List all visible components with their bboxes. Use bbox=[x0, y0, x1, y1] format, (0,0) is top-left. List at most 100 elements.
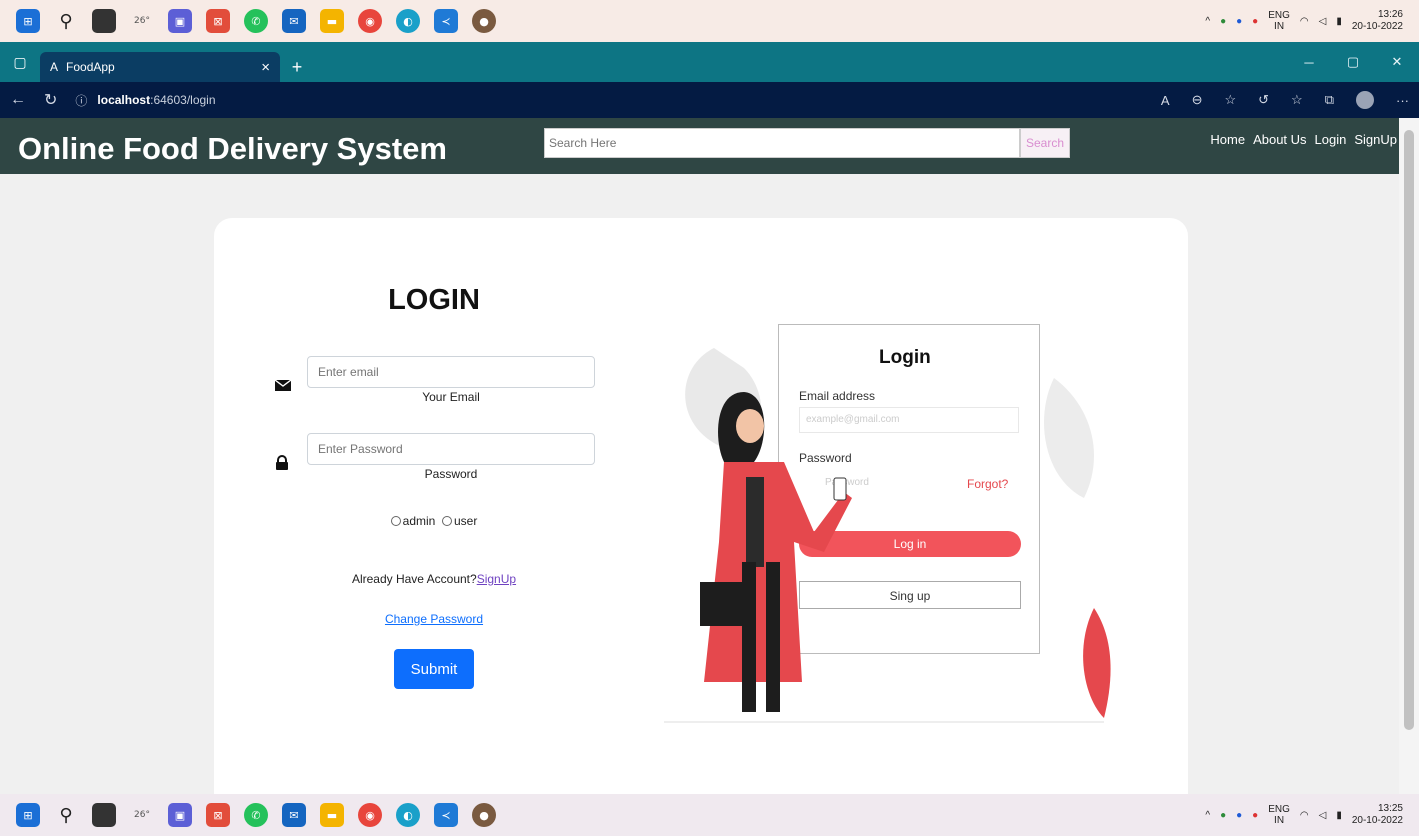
site-brand[interactable]: Online Food Delivery System bbox=[18, 131, 447, 167]
app-icon[interactable]: ● bbox=[472, 9, 496, 33]
change-password-link[interactable]: Change Password bbox=[214, 612, 654, 626]
tray-app-icon-2[interactable]: ● bbox=[1236, 810, 1242, 821]
clock[interactable]: 13:26 20-10-2022 bbox=[1352, 9, 1403, 33]
info-icon[interactable]: ⓘ bbox=[75, 92, 87, 109]
system-tray-bottom: ^ ● ● ● ENG IN ◠ ◁ ▮ 13:25 20-10-2022 bbox=[1205, 803, 1403, 827]
weather-icon[interactable]: 26° bbox=[130, 803, 154, 827]
chevron-up-icon[interactable]: ^ bbox=[1205, 16, 1210, 27]
volume-icon[interactable]: ◁ bbox=[1319, 16, 1327, 27]
radio-user[interactable] bbox=[442, 516, 452, 526]
new-tab-button[interactable]: + bbox=[280, 52, 314, 82]
address-bar: ← ↻ ⓘ localhost:64603/login A ⊖ ☆ ↺ ☆ ⧉ … bbox=[0, 82, 1419, 118]
read-aloud-icon[interactable]: A bbox=[1161, 93, 1170, 108]
url-field[interactable]: ⓘ localhost:64603/login bbox=[75, 92, 215, 109]
search-icon[interactable]: ⚲ bbox=[54, 803, 78, 827]
envelope-icon bbox=[274, 378, 292, 392]
login-illustration: Login Email address example@gmail.com Pa… bbox=[654, 308, 1114, 728]
window-close-icon[interactable]: ✕ bbox=[1375, 54, 1419, 70]
chevron-up-icon[interactable]: ^ bbox=[1205, 810, 1210, 821]
taskbar-icons: ⊞ ⚲ 26° ▣ ⊠ ✆ ✉ ▬ ◉ ◐ ≺ ● bbox=[16, 9, 496, 33]
tab-favicon-icon: A bbox=[50, 60, 59, 74]
favorites-bar-icon[interactable]: ☆ bbox=[1291, 92, 1303, 108]
system-tray: ^ ● ● ● ENG IN ◠ ◁ ▮ 13:26 20-10-2022 bbox=[1205, 9, 1403, 33]
search-icon[interactable]: ⚲ bbox=[54, 9, 78, 33]
radio-admin-label: admin bbox=[402, 514, 436, 528]
tray-app-icon[interactable]: ● bbox=[1220, 810, 1226, 821]
mock-title: Login bbox=[879, 347, 931, 368]
minimize-icon[interactable]: ─ bbox=[1287, 55, 1331, 70]
radio-admin[interactable] bbox=[390, 516, 401, 526]
wifi-icon[interactable]: ◠ bbox=[1300, 810, 1309, 821]
chrome-icon[interactable]: ◉ bbox=[358, 9, 382, 33]
signup-link[interactable]: SignUp bbox=[477, 572, 516, 586]
profile-avatar[interactable] bbox=[1356, 91, 1374, 109]
weather-icon[interactable]: 26° bbox=[130, 9, 154, 33]
file-explorer-icon[interactable]: ▬ bbox=[320, 803, 344, 827]
vscode-icon[interactable]: ≺ bbox=[434, 803, 458, 827]
already-text: Already Have Account? bbox=[351, 572, 477, 586]
zoom-icon[interactable]: ⊖ bbox=[1192, 92, 1203, 108]
battery-icon[interactable]: ▮ bbox=[1336, 810, 1342, 821]
browser-tab-strip: ▢ A FoodApp × + ─ ▢ ✕ bbox=[0, 42, 1419, 82]
refresh-icon[interactable]: ↻ bbox=[44, 90, 57, 110]
language-indicator[interactable]: ENG IN bbox=[1268, 10, 1290, 32]
role-radio-group: admin user bbox=[214, 514, 654, 528]
tray-app-icon-2[interactable]: ● bbox=[1236, 16, 1242, 27]
tray-app-icon[interactable]: ● bbox=[1220, 16, 1226, 27]
favorite-icon[interactable]: ☆ bbox=[1224, 92, 1236, 108]
tray-app-icon-3[interactable]: ● bbox=[1252, 810, 1258, 821]
close-icon[interactable]: × bbox=[261, 59, 270, 76]
browser-tab[interactable]: A FoodApp × bbox=[40, 52, 280, 82]
whatsapp-icon[interactable]: ✆ bbox=[244, 803, 268, 827]
password-field[interactable] bbox=[307, 433, 595, 465]
volume-icon[interactable]: ◁ bbox=[1319, 810, 1327, 821]
start-icon[interactable]: ⊞ bbox=[16, 803, 40, 827]
taskbar-top: ⊞ ⚲ 26° ▣ ⊠ ✆ ✉ ▬ ◉ ◐ ≺ ● ^ ● ● ● ENG IN … bbox=[0, 0, 1419, 42]
site-header: Online Food Delivery System Search Home … bbox=[0, 118, 1399, 174]
mail-icon[interactable]: ✉ bbox=[282, 803, 306, 827]
wifi-icon[interactable]: ◠ bbox=[1300, 16, 1309, 27]
vscode-icon[interactable]: ≺ bbox=[434, 9, 458, 33]
language-indicator[interactable]: ENG IN bbox=[1268, 804, 1290, 826]
search-form: Search bbox=[544, 128, 1070, 158]
clock[interactable]: 13:25 20-10-2022 bbox=[1352, 803, 1403, 827]
edge-icon[interactable]: ◐ bbox=[396, 803, 420, 827]
maximize-icon[interactable]: ▢ bbox=[1331, 54, 1375, 70]
back-icon[interactable]: ← bbox=[10, 91, 26, 109]
extensions-icon[interactable]: ↺ bbox=[1258, 92, 1269, 108]
radio-user-label: user bbox=[454, 514, 478, 528]
collections-icon[interactable]: ⧉ bbox=[1325, 92, 1334, 108]
lock-icon bbox=[274, 455, 292, 470]
xampp-icon[interactable]: ⊠ bbox=[206, 803, 230, 827]
nav-home[interactable]: Home bbox=[1210, 132, 1245, 147]
app-icon[interactable]: ● bbox=[472, 803, 496, 827]
xampp-icon[interactable]: ⊠ bbox=[206, 9, 230, 33]
submit-button[interactable]: Submit bbox=[394, 649, 474, 689]
scrollbar-thumb[interactable] bbox=[1404, 130, 1414, 730]
woman-figure bbox=[700, 392, 852, 712]
window-controls: ─ ▢ ✕ bbox=[1287, 42, 1419, 82]
task-view-icon[interactable] bbox=[92, 803, 116, 827]
email-field[interactable] bbox=[307, 356, 595, 388]
teams-icon[interactable]: ▣ bbox=[168, 9, 192, 33]
nav-login[interactable]: Login bbox=[1315, 132, 1347, 147]
search-button[interactable]: Search bbox=[1020, 128, 1070, 158]
teams-icon[interactable]: ▣ bbox=[168, 803, 192, 827]
more-icon[interactable]: ··· bbox=[1396, 93, 1409, 108]
nav-signup[interactable]: SignUp bbox=[1354, 132, 1397, 147]
browser-toolbar: A ⊖ ☆ ↺ ☆ ⧉ ··· bbox=[1161, 91, 1409, 109]
nav-about-us[interactable]: About Us bbox=[1253, 132, 1306, 147]
taskbar-bottom: ⊞ ⚲ 26° ▣ ⊠ ✆ ✉ ▬ ◉ ◐ ≺ ● ^ ● ● ● ENG IN … bbox=[0, 794, 1419, 836]
start-icon[interactable]: ⊞ bbox=[16, 9, 40, 33]
search-input[interactable] bbox=[544, 128, 1020, 158]
chrome-icon[interactable]: ◉ bbox=[358, 803, 382, 827]
whatsapp-icon[interactable]: ✆ bbox=[244, 9, 268, 33]
battery-icon[interactable]: ▮ bbox=[1336, 16, 1342, 27]
tab-actions-icon[interactable]: ▢ bbox=[0, 42, 40, 82]
file-explorer-icon[interactable]: ▬ bbox=[320, 9, 344, 33]
page-scrollbar[interactable] bbox=[1399, 118, 1419, 794]
mail-icon[interactable]: ✉ bbox=[282, 9, 306, 33]
tray-app-icon-3[interactable]: ● bbox=[1252, 16, 1258, 27]
edge-icon[interactable]: ◐ bbox=[396, 9, 420, 33]
task-view-icon[interactable] bbox=[92, 9, 116, 33]
